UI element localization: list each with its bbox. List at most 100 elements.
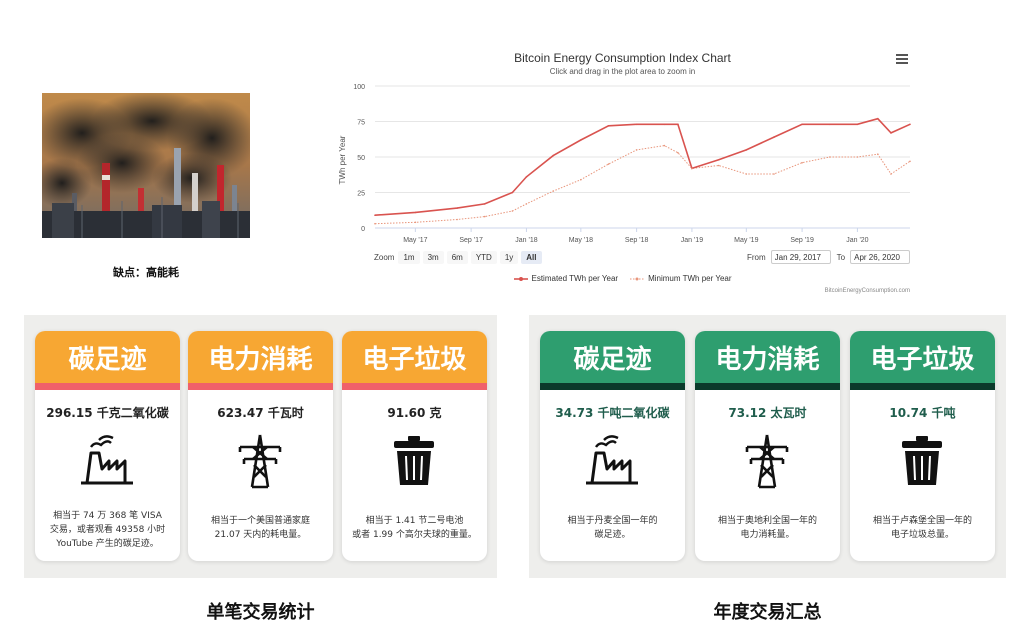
y-tick-label: 50: [357, 155, 365, 162]
card-description: 相当于丹麦全国一年的 碳足迹。: [548, 514, 677, 542]
photo-caption: 缺点：高能耗: [113, 266, 179, 279]
card-e-waste: 电子垃圾 91.60 克 相当于 1.41 节二号电池 或者 1.99 个高尔夫…: [342, 331, 487, 561]
card-description-line: 21.07 天内的耗电量。: [214, 530, 307, 540]
date-range-inputs: From To: [747, 249, 916, 265]
data-point-estimated: [525, 176, 528, 178]
x-axis: May '17 Sep '17 Jan '18 May '18 Sep '18 Jan '…: [375, 227, 910, 244]
data-point-estimated: [856, 123, 859, 126]
data-point-minimum: [856, 156, 859, 158]
card-e-waste: 电子垃圾 10.74 千吨 相当于卢森堡全国一年的 电子垃圾总量。: [850, 331, 995, 561]
card-description: 相当于奥地利全国一年的 电力消耗量。: [703, 514, 832, 542]
y-axis: 0 25 50 75 100: [353, 84, 365, 233]
x-tick-label: May '18: [569, 237, 593, 244]
zoom-1m-button[interactable]: 1m: [398, 250, 420, 264]
card-power-consumption: 电力消耗 623.47 千瓦时 相当于一个美国普通家庭 21.07 天内的耗电量…: [188, 331, 333, 561]
y-tick-label: 25: [357, 191, 365, 198]
hamburger-menu-icon[interactable]: [896, 54, 908, 66]
card-heading: 电子垃圾: [850, 331, 995, 383]
x-tick-label: May '19: [734, 237, 758, 244]
zoom-label: Zoom: [374, 252, 395, 262]
data-point-minimum: [829, 156, 831, 158]
card-value: 623.47 千瓦时: [217, 406, 304, 420]
zoom-range-selector: Zoom 1m 3m 6m YTD 1y All: [374, 249, 545, 265]
data-point-estimated: [663, 123, 666, 126]
data-point-minimum: [773, 173, 775, 175]
data-point-estimated: [374, 214, 376, 216]
card-description-line: 相当于一个美国普通家庭: [210, 516, 310, 526]
y-tick-label: 75: [357, 120, 365, 127]
card-value: 34.73 千吨二氧化碳: [555, 406, 670, 420]
data-point-minimum: [677, 151, 679, 154]
card-description-line: 相当于 74 万 368 笔 VISA: [53, 511, 162, 521]
card-description: 相当于 1.41 节二号电池 或者 1.99 个高尔夫球的重量。: [350, 514, 479, 542]
x-tick-label: Jan '18: [515, 237, 537, 244]
x-tick-label: May '17: [403, 237, 427, 244]
y-tick-label: 100: [353, 84, 365, 91]
data-point-minimum: [635, 149, 638, 151]
card-description-line: YouTube 产生的碳足迹。: [56, 539, 159, 549]
data-point-minimum: [456, 218, 458, 221]
card-description-line: 交易，或者观看 49358 小时: [49, 525, 166, 535]
legend-label-minimum: Minimum TWh per Year: [648, 274, 732, 283]
card-value: 10.74 千吨: [889, 406, 956, 420]
data-point-estimated: [414, 211, 417, 214]
data-point-minimum: [525, 203, 528, 205]
annual-summary-title: 年度交易汇总: [713, 602, 822, 623]
zoom-ytd-button[interactable]: YTD: [470, 250, 497, 264]
data-point-estimated: [552, 154, 554, 157]
factory-smoke-photo: [42, 93, 250, 238]
chart-legend: Estimated TWh per Year Minimum TWh per Y…: [430, 274, 815, 283]
card-accent-bar: [850, 383, 995, 390]
trash-bin-icon: [902, 436, 942, 485]
data-point-estimated: [635, 123, 638, 126]
annual-summary-panel: 碳足迹 34.73 千吨二氧化碳 相当于丹麦全国一年的 碳足迹。 电力消耗 73…: [529, 315, 1006, 578]
card-accent-bar: [188, 383, 333, 390]
card-accent-bar: [342, 383, 487, 390]
zoom-1y-button[interactable]: 1y: [499, 250, 519, 264]
legend-item-estimated[interactable]: Estimated TWh per Year: [513, 274, 619, 283]
card-value: 91.60 克: [387, 406, 442, 420]
data-point-estimated: [745, 149, 748, 151]
factory-icon: [81, 435, 133, 485]
data-point-minimum: [580, 178, 582, 181]
card-heading: 电力消耗: [695, 331, 840, 383]
zoom-all-button[interactable]: All: [521, 250, 542, 264]
card-description: 相当于一个美国普通家庭 21.07 天内的耗电量。: [196, 514, 325, 542]
single-transaction-panel: 碳足迹 296.15 千克二氧化碳 相当于 74 万 368 笔 VISA 交易…: [24, 315, 497, 578]
data-point-estimated: [773, 136, 775, 138]
zoom-6m-button[interactable]: 6m: [446, 250, 468, 264]
zoom-3m-button[interactable]: 3m: [422, 250, 444, 264]
card-description-line: 或者 1.99 个高尔夫球的重量。: [352, 530, 477, 540]
to-date-input[interactable]: [850, 250, 911, 264]
data-point-estimated: [829, 123, 831, 126]
legend-item-minimum[interactable]: Minimum TWh per Year: [630, 274, 732, 283]
y-axis-label: TWh per Year: [338, 135, 347, 184]
data-point-estimated: [909, 123, 911, 126]
card-carbon-footprint: 碳足迹 296.15 千克二氧化碳 相当于 74 万 368 笔 VISA 交易…: [35, 331, 180, 561]
from-date-input[interactable]: [770, 250, 831, 264]
card-heading: 碳足迹: [540, 331, 685, 383]
from-label: From: [747, 252, 766, 262]
legend-label-estimated: Estimated TWh per Year: [531, 274, 619, 283]
data-point-estimated: [890, 132, 892, 134]
card-description: 相当于 74 万 368 笔 VISA 交易，或者观看 49358 小时 You…: [43, 509, 172, 551]
data-point-minimum: [745, 173, 748, 175]
x-tick-label: Sep '17: [459, 237, 483, 244]
card-description-line: 碳足迹。: [594, 530, 631, 540]
card-accent-bar: [695, 383, 840, 390]
card-description-line: 电力消耗量。: [740, 530, 795, 540]
data-point-minimum: [663, 144, 666, 147]
data-point-estimated: [456, 207, 458, 209]
chart-title: Bitcoin Energy Consumption Index Chart: [514, 51, 731, 65]
data-point-estimated: [877, 117, 879, 120]
card-heading: 电力消耗: [188, 331, 333, 383]
data-point-minimum: [607, 163, 610, 165]
data-point-estimated: [677, 123, 679, 126]
card-description-line: 相当于卢森堡全国一年的: [872, 516, 972, 526]
data-point-minimum: [877, 153, 879, 155]
line-chart[interactable]: 0 25 50 75 100 May '17 Sep '17 Jan '18 May '18 S…: [330, 76, 920, 248]
card-description: 相当于卢森堡全国一年的 电子垃圾总量。: [858, 514, 987, 542]
data-point-estimated: [483, 203, 486, 205]
data-point-minimum: [552, 190, 554, 192]
chart-credits-link[interactable]: BitcoinEnergyConsumption.com: [760, 288, 910, 294]
